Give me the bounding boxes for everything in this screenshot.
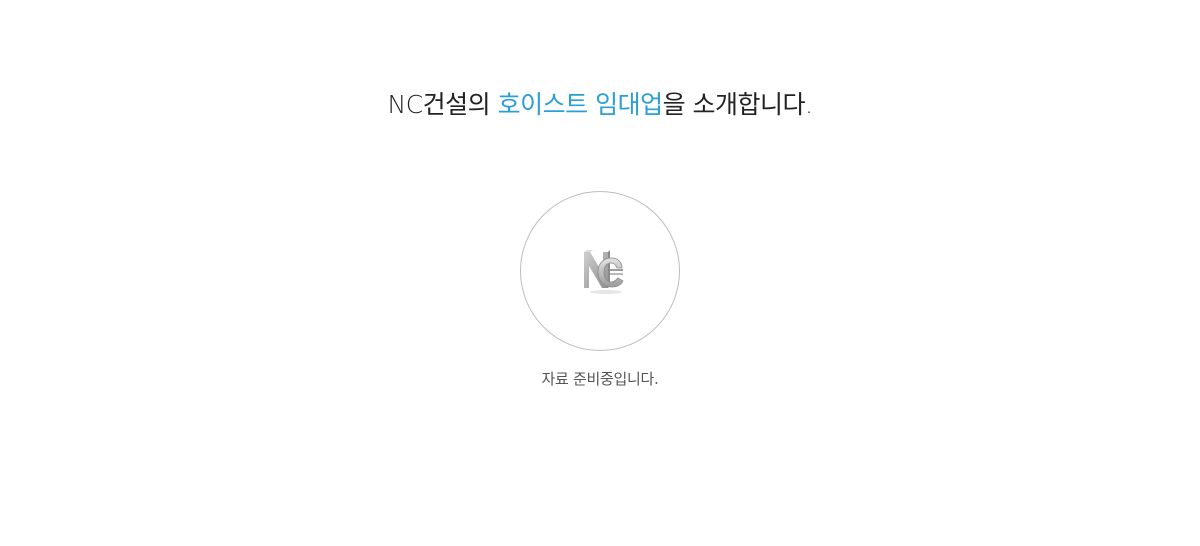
nc-logo-icon — [584, 250, 624, 294]
title-highlight: 호이스트 임대업 — [497, 90, 663, 119]
title-prefix: NC건설의 — [387, 90, 498, 119]
page: NC건설의 호이스트 임대업을 소개합니다. 자료 준비중입니다. — [0, 0, 1200, 546]
logo-circle — [520, 191, 680, 351]
title-suffix: 을 소개합니다. — [662, 90, 813, 119]
page-title: NC건설의 호이스트 임대업을 소개합니다. — [0, 86, 1200, 124]
status-message: 자료 준비중입니다. — [541, 370, 659, 388]
